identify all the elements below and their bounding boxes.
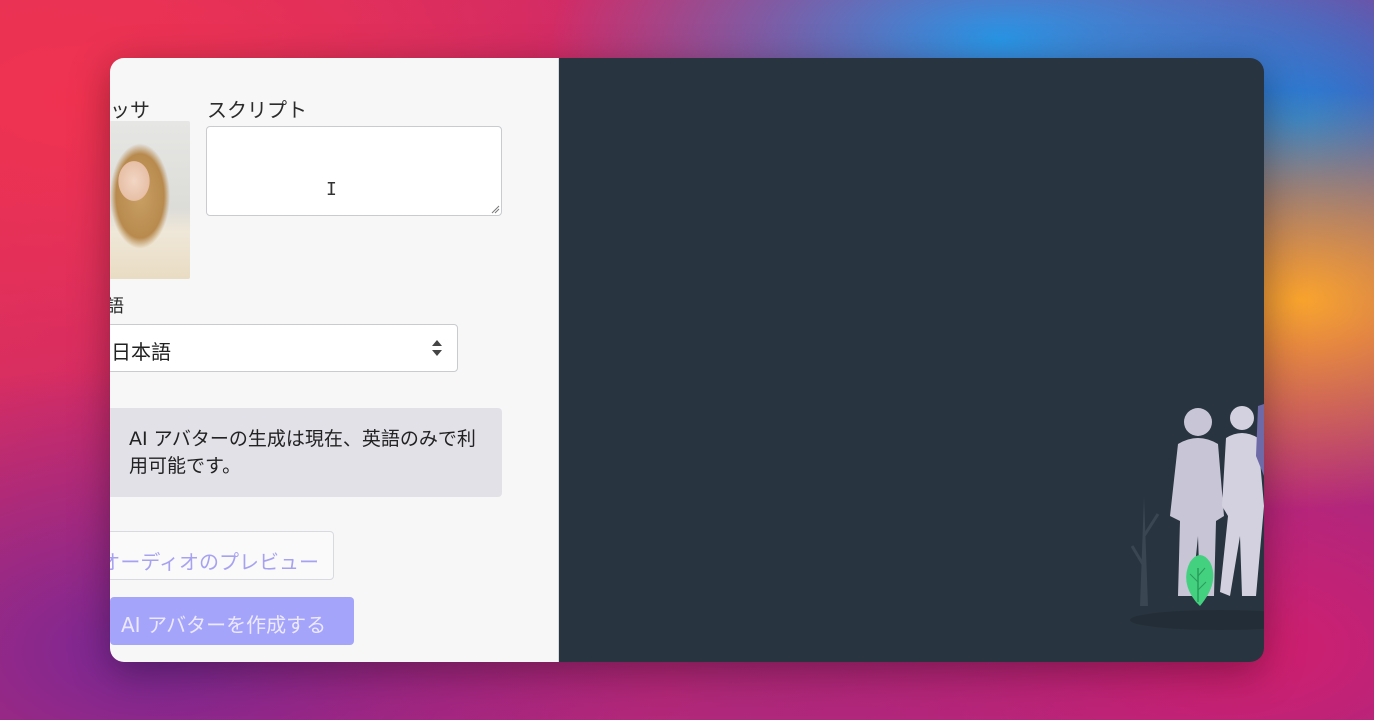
script-textarea[interactable]: [206, 126, 502, 216]
script-label: スクリプト: [207, 98, 307, 122]
language-select[interactable]: 日本語: [110, 324, 458, 372]
app-window: ッサ スクリプト I 語 日本語 AI アバターの生成は現在、英語のみで利用可能…: [110, 58, 1264, 662]
avatar-form-panel: ッサ スクリプト I 語 日本語 AI アバターの生成は現在、英語のみで利用可能…: [110, 58, 559, 662]
notice-text: AI アバターの生成は現在、英語のみで利用可能です。: [129, 428, 476, 477]
language-notice: AI アバターの生成は現在、英語のみで利用可能です。: [110, 408, 502, 497]
language-select-value: 日本語: [111, 340, 171, 364]
avatar-thumbnail[interactable]: [110, 121, 190, 279]
create-avatar-button[interactable]: AI アバターを作成する: [110, 597, 354, 645]
audio-preview-button[interactable]: オーディオのプレビュー: [110, 531, 334, 580]
resize-grip-icon[interactable]: [490, 204, 500, 214]
text-cursor-icon: I: [326, 179, 337, 200]
people-illustration: [1130, 404, 1264, 630]
language-label: 語: [110, 296, 124, 317]
avatar-label: ッサ: [110, 98, 150, 122]
select-arrows-icon: [432, 340, 442, 356]
